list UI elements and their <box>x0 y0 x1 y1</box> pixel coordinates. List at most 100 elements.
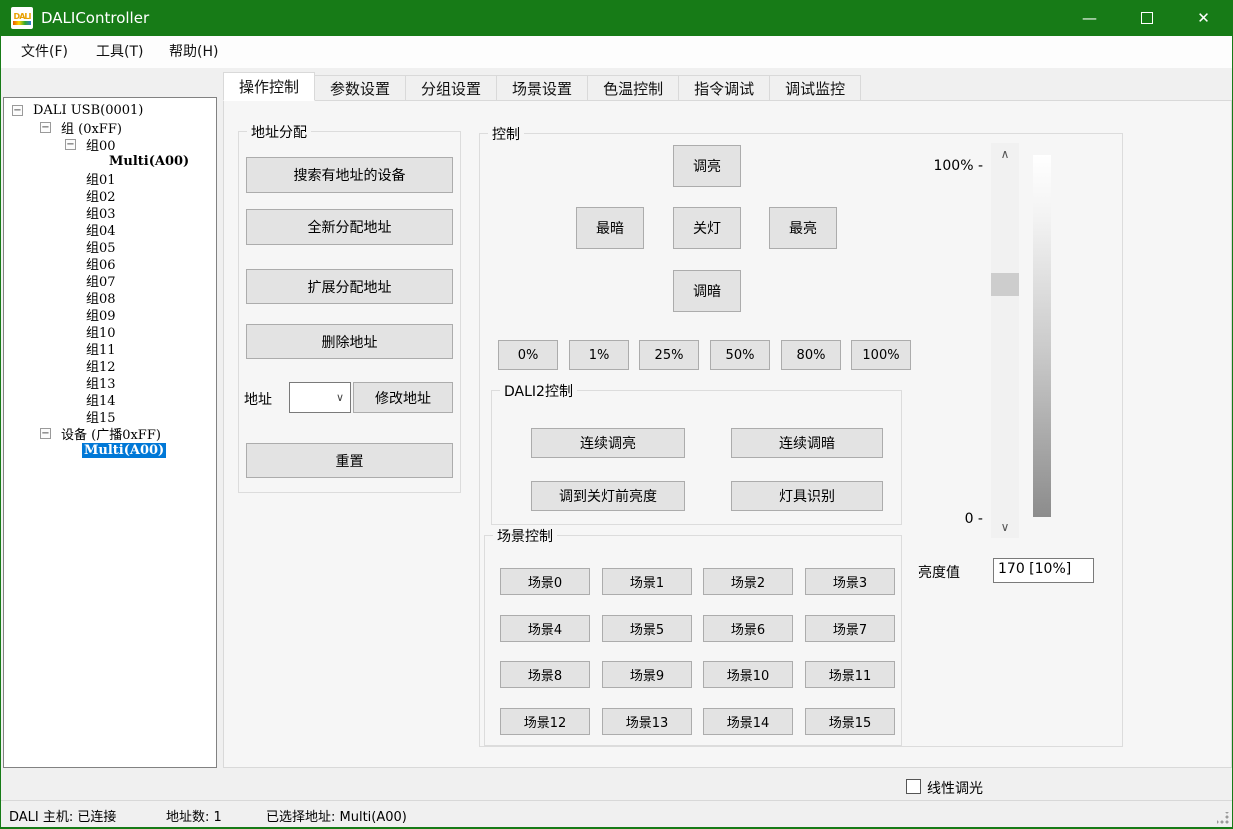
scroll-up-icon[interactable]: ∧ <box>991 143 1019 165</box>
chevron-down-icon: ∨ <box>336 391 344 404</box>
dim-up-button[interactable]: 调亮 <box>673 145 741 187</box>
max-brightness-button[interactable]: 最亮 <box>769 207 837 249</box>
menu-file[interactable]: 文件(F) <box>15 36 74 68</box>
percent-100-button[interactable]: 100% <box>851 340 911 370</box>
lamp-off-button[interactable]: 关灯 <box>673 207 741 249</box>
tree-row: 组07 <box>4 272 216 289</box>
scene-0-button[interactable]: 场景0 <box>500 568 590 595</box>
delete-address-button[interactable]: 删除地址 <box>246 324 453 359</box>
scrollbar-thumb[interactable] <box>991 273 1019 296</box>
brightness-gradient-bar <box>1033 155 1051 517</box>
percent-25-button[interactable]: 25% <box>639 340 699 370</box>
search-addressed-devices-button[interactable]: 搜索有地址的设备 <box>246 157 453 193</box>
scene-13-button[interactable]: 场景13 <box>602 708 692 735</box>
min-brightness-button[interactable]: 最暗 <box>576 207 644 249</box>
tree-row: − 设备 (广播0xFF) <box>4 425 216 442</box>
percent-50-button[interactable]: 50% <box>710 340 770 370</box>
scene-11-button[interactable]: 场景11 <box>805 661 895 688</box>
tree-expander-icon[interactable]: − <box>12 105 23 116</box>
minimize-icon: — <box>1082 9 1097 27</box>
brightness-min-label: 0 - <box>929 511 983 527</box>
tree-row: Multi(A00) <box>4 442 216 459</box>
percent-80-button[interactable]: 80% <box>781 340 841 370</box>
lamp-identify-button[interactable]: 灯具识别 <box>731 481 883 511</box>
scene-12-button[interactable]: 场景12 <box>500 708 590 735</box>
reset-button[interactable]: 重置 <box>246 443 453 478</box>
percent-0-button[interactable]: 0% <box>498 340 558 370</box>
tree-item-group00[interactable]: 组00 <box>84 135 118 154</box>
tree-expander-icon[interactable]: − <box>40 122 51 133</box>
address-allocation-group-title: 地址分配 <box>247 122 311 142</box>
tree-row: 组10 <box>4 323 216 340</box>
scene-14-button[interactable]: 场景14 <box>703 708 793 735</box>
scroll-down-icon[interactable]: ∨ <box>991 516 1019 538</box>
continuous-dim-up-button[interactable]: 连续调亮 <box>531 428 685 458</box>
tab-color-temp-control[interactable]: 色温控制 <box>587 75 679 101</box>
brightness-scrollbar[interactable]: ∧ ∨ <box>991 143 1019 538</box>
tree-row: 组08 <box>4 289 216 306</box>
tree-row: 组01 <box>4 170 216 187</box>
dali2-control-group-title: DALI2控制 <box>500 381 577 401</box>
maximize-icon <box>1141 12 1153 24</box>
resize-grip[interactable] <box>1217 812 1229 824</box>
tree-expander-icon[interactable]: − <box>40 428 51 439</box>
close-icon: ✕ <box>1197 9 1210 27</box>
menu-tools[interactable]: 工具(T) <box>90 36 149 68</box>
tree-row: 组04 <box>4 221 216 238</box>
scene-9-button[interactable]: 场景9 <box>602 661 692 688</box>
assign-new-addresses-button[interactable]: 全新分配地址 <box>246 209 453 245</box>
tree-item-multi-a00-selected[interactable]: Multi(A00) <box>82 443 166 458</box>
app-icon-color-strip <box>13 21 31 25</box>
tab-command-debug[interactable]: 指令调试 <box>678 75 770 101</box>
scene-2-button[interactable]: 场景2 <box>703 568 793 595</box>
tree-row: 组09 <box>4 306 216 323</box>
linear-dimming-checkbox[interactable] <box>906 779 921 794</box>
scene-1-button[interactable]: 场景1 <box>602 568 692 595</box>
tree-item-device-broadcast[interactable]: 设备 (广播0xFF) <box>59 424 163 443</box>
scene-5-button[interactable]: 场景5 <box>602 615 692 642</box>
scene-4-button[interactable]: 场景4 <box>500 615 590 642</box>
titlebar: DALI DALIController — ✕ <box>1 0 1232 36</box>
address-combobox[interactable]: ∨ <box>289 382 351 413</box>
tree-row: Multi(A00) <box>4 153 216 170</box>
tab-strip: 操作控制 参数设置 分组设置 场景设置 色温控制 指令调试 调试监控 <box>223 72 860 101</box>
tree-expander-icon[interactable]: − <box>65 139 76 150</box>
modify-address-button[interactable]: 修改地址 <box>353 382 453 413</box>
minimize-button[interactable]: — <box>1061 0 1118 36</box>
dim-down-button[interactable]: 调暗 <box>673 270 741 312</box>
scene-10-button[interactable]: 场景10 <box>703 661 793 688</box>
tree-item-dali-usb[interactable]: DALI USB(0001) <box>31 103 145 118</box>
app-window: DALI DALIController — ✕ 文件(F) 工具(T) 帮助(H… <box>0 0 1233 829</box>
tree-row: 组13 <box>4 374 216 391</box>
tab-operation-control[interactable]: 操作控制 <box>223 72 315 101</box>
continuous-dim-down-button[interactable]: 连续调暗 <box>731 428 883 458</box>
scene-control-group-title: 场景控制 <box>493 526 557 546</box>
brightness-max-label: 100% - <box>899 158 983 174</box>
restore-last-level-button[interactable]: 调到关灯前亮度 <box>531 481 685 511</box>
scene-3-button[interactable]: 场景3 <box>805 568 895 595</box>
maximize-button[interactable] <box>1118 0 1175 36</box>
tree-row: − 组 (0xFF) <box>4 119 216 136</box>
app-icon: DALI <box>11 7 33 29</box>
linear-dimming-label: 线性调光 <box>927 778 983 798</box>
scene-15-button[interactable]: 场景15 <box>805 708 895 735</box>
tree-item-multi-a00[interactable]: Multi(A00) <box>107 154 191 169</box>
menu-help[interactable]: 帮助(H) <box>163 36 224 68</box>
status-selected-address: 已选择地址: Multi(A00) <box>266 806 407 825</box>
tree-row: 组06 <box>4 255 216 272</box>
status-host-connection: DALI 主机: 已连接 <box>9 806 116 825</box>
tab-parameter-settings[interactable]: 参数设置 <box>314 75 406 101</box>
scene-6-button[interactable]: 场景6 <box>703 615 793 642</box>
window-title: DALIController <box>41 9 149 27</box>
brightness-value-field[interactable]: 170 [10%] <box>993 558 1094 583</box>
tab-debug-monitor[interactable]: 调试监控 <box>769 75 861 101</box>
close-button[interactable]: ✕ <box>1175 0 1232 36</box>
scene-7-button[interactable]: 场景7 <box>805 615 895 642</box>
scene-8-button[interactable]: 场景8 <box>500 661 590 688</box>
percent-1-button[interactable]: 1% <box>569 340 629 370</box>
tab-grouping-settings[interactable]: 分组设置 <box>405 75 497 101</box>
tree-row: − 组00 <box>4 136 216 153</box>
tab-scene-settings[interactable]: 场景设置 <box>496 75 588 101</box>
extend-assign-addresses-button[interactable]: 扩展分配地址 <box>246 269 453 304</box>
device-tree: − DALI USB(0001) − 组 (0xFF) − 组00 Multi(… <box>3 97 217 768</box>
